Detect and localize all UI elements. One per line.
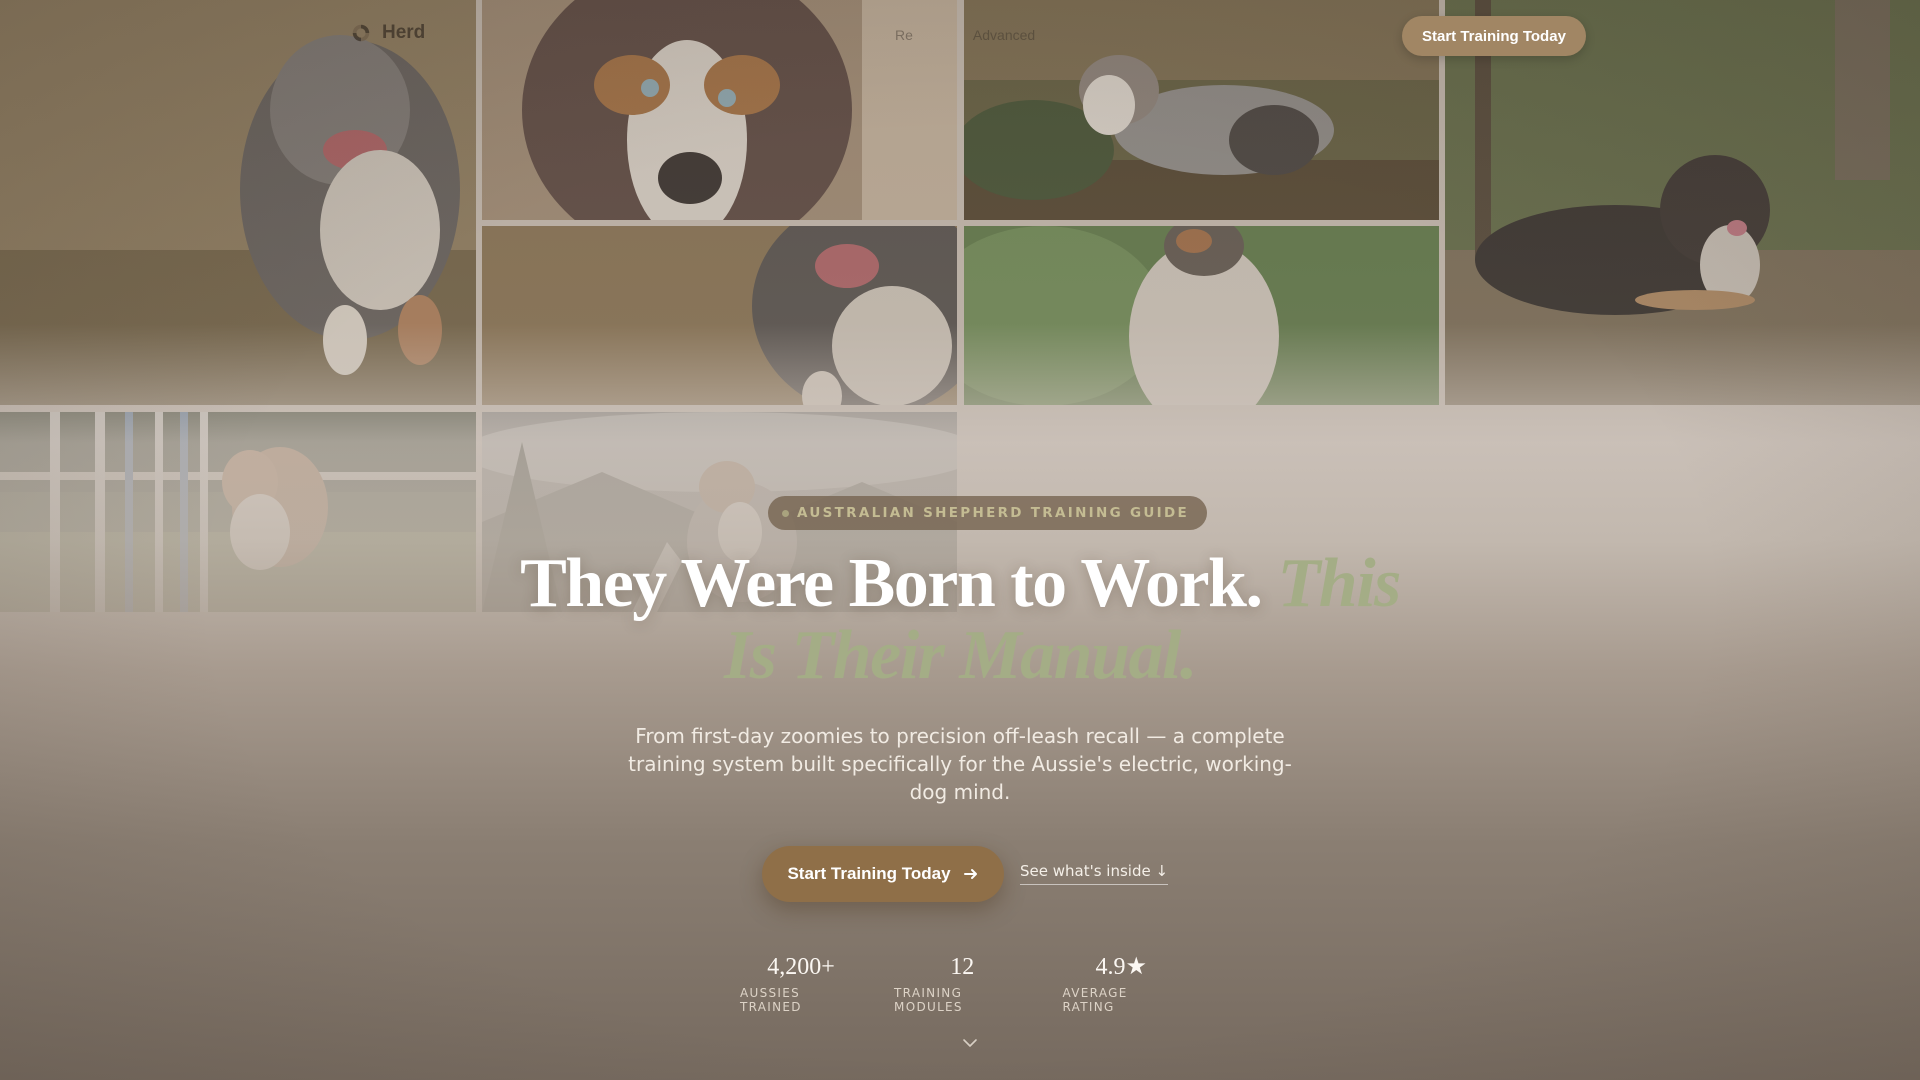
stat-training-modules: 12 TRAINING MODULES [894,952,1030,1014]
chevron-down-icon[interactable] [961,1034,979,1052]
start-training-button[interactable]: Start Training Today [762,846,1004,902]
nav-start-training-button[interactable]: Start Training Today [1402,16,1586,56]
brand-name: Herd [382,22,426,43]
stat-label: AVERAGE RATING [1062,986,1128,1014]
stats-row: 4,200+ AUSSIES TRAINED 12 TRAINING MODUL… [740,952,1180,1014]
arrow-right-icon [963,869,977,879]
photo-agility-aussie [0,412,476,612]
stat-average-rating: 4.9★ AVERAGE RATING [1063,952,1180,1014]
photo-fluffy-aussie [964,226,1439,405]
top-nav: Herd Re Advanced Start Training Today [0,0,1920,72]
see-whats-inside-link[interactable]: See what's inside ↓ [1020,862,1169,885]
nav-link-advanced[interactable]: Advanced [973,27,1035,43]
stat-value: 4,200+ [767,954,835,980]
brand[interactable]: Herd [350,22,425,44]
hero-badge: AUSTRALIAN SHEPHERD TRAINING GUIDE [768,496,1207,530]
start-training-label: Start Training Today [787,864,951,883]
stat-label: TRAINING MODULES [894,986,963,1014]
hero-headline: They Were Born to Work. This Is Their Ma… [500,548,1420,692]
photo-running-closeup [482,226,957,405]
hero-subtitle: From first-day zoomies to precision off-… [628,724,1292,804]
badge-dot [782,509,789,517]
nav-links: Re Advanced [895,27,1035,43]
badge-text: AUSTRALIAN SHEPHERD TRAINING GUIDE [797,505,1189,521]
brand-logo-icon [352,24,370,42]
headline-main: They Were Born to Work. [520,545,1263,622]
stat-value: 12 [950,954,975,980]
stat-label: AUSSIES TRAINED [740,986,802,1014]
nav-link-re[interactable]: Re [895,27,913,43]
stat-aussies-trained: 4,200+ AUSSIES TRAINED [740,952,862,1014]
stat-value: 4.9★ [1095,954,1148,980]
